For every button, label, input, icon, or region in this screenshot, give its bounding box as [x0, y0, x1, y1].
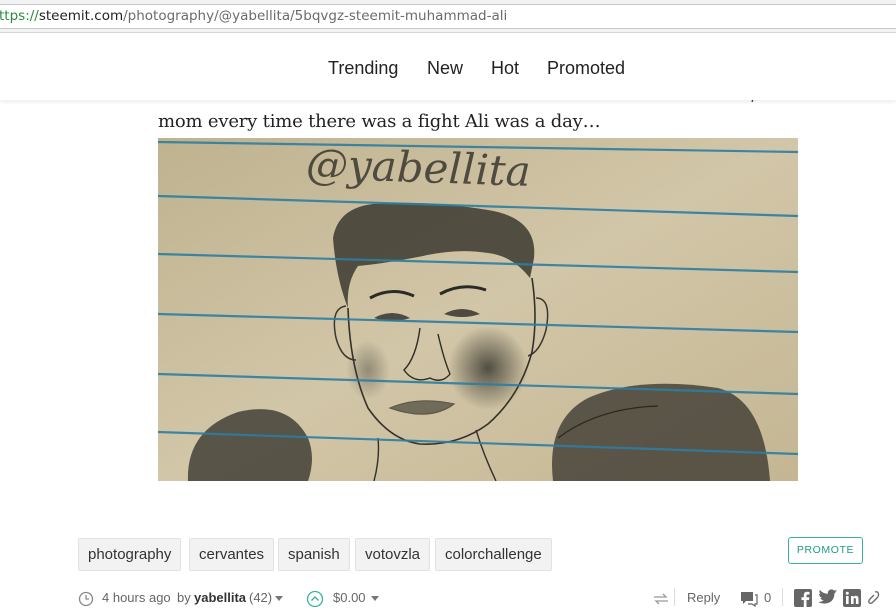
tag-cervantes[interactable]: cervantes: [189, 538, 275, 571]
url-path: /photography/@yabellita/5bqvgz-steemit-m…: [123, 8, 508, 24]
post-excerpt: mom every time there was a fight Ali was…: [158, 111, 601, 132]
site-header: Trending New Hot Promoted: [0, 34, 896, 100]
link-icon[interactable]: [866, 590, 880, 606]
url-scheme: ttps://: [0, 8, 39, 24]
nav-trending[interactable]: Trending: [328, 58, 398, 79]
tag-spanish[interactable]: spanish: [278, 538, 350, 571]
drawing-cheek-shading-left: [346, 340, 390, 400]
url-host: steemit.com: [38, 8, 124, 24]
by-label: by: [177, 590, 191, 605]
reply-link[interactable]: Reply: [687, 590, 720, 605]
post-time[interactable]: 4 hours ago: [102, 590, 171, 605]
comment-count: 0: [764, 590, 772, 605]
promote-button[interactable]: PROMOTE: [788, 537, 863, 564]
browser-address-bar: ttps://steemit.com/photography/@yabellit…: [0, 0, 896, 33]
divider: [782, 588, 783, 606]
author-name[interactable]: yabellita: [194, 590, 246, 605]
linkedin-icon[interactable]: [843, 589, 861, 607]
tag-photography[interactable]: photography: [78, 538, 182, 571]
drawing-cheek-shading: [448, 326, 528, 410]
nav-promoted[interactable]: Promoted: [547, 58, 625, 79]
post-meta-row: 4 hours ago by yabellita (42) $0.00 Repl…: [0, 586, 896, 610]
chevron-down-icon: [275, 596, 283, 602]
post-image[interactable]: @yabellita: [158, 138, 798, 481]
clock-icon: [78, 591, 94, 607]
chevron-down-icon: [371, 596, 379, 602]
facebook-icon[interactable]: [794, 589, 812, 607]
divider: [674, 588, 675, 606]
comment-icon[interactable]: [740, 591, 758, 607]
nav-new[interactable]: New: [427, 58, 463, 79]
payout-menu-toggle[interactable]: [368, 590, 379, 605]
author-menu-toggle[interactable]: [272, 590, 283, 605]
url-field[interactable]: ttps://steemit.com/photography/@yabellit…: [0, 4, 896, 29]
main-nav: Trending New Hot Promoted: [0, 58, 896, 80]
author-reputation: (42): [249, 590, 273, 605]
tag-colorchallenge[interactable]: colorchallenge: [435, 538, 552, 571]
upvote-icon[interactable]: [306, 590, 324, 608]
nav-hot[interactable]: Hot: [491, 58, 519, 79]
tag-votovzla[interactable]: votovzla: [355, 538, 431, 571]
twitter-icon[interactable]: [818, 589, 838, 606]
drawing-image: @yabellita: [158, 138, 798, 481]
drawing-signature: @yabellita: [305, 139, 531, 196]
payout-value[interactable]: $0.00: [333, 590, 366, 605]
resteem-icon[interactable]: [652, 592, 670, 606]
